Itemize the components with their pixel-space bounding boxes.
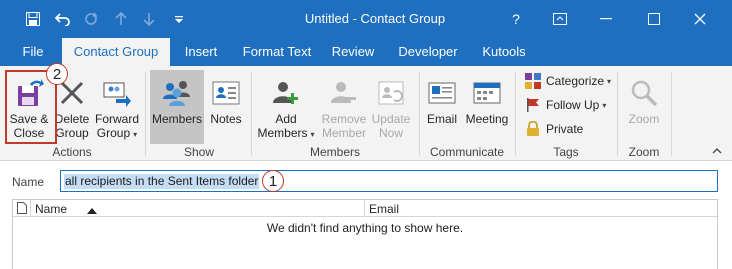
categorize-icon bbox=[524, 72, 542, 90]
forward-group-button[interactable]: Forward Group ▾ bbox=[93, 70, 141, 144]
remove-member-button: Remove Member bbox=[318, 70, 370, 144]
save-icon[interactable] bbox=[20, 0, 46, 38]
flag-icon bbox=[524, 96, 542, 114]
group-label-members: Members bbox=[309, 145, 360, 159]
up-arrow-icon bbox=[108, 0, 134, 38]
ribbon-display-options-icon[interactable] bbox=[540, 0, 580, 38]
group-label-actions: Actions bbox=[52, 145, 92, 159]
group-separator bbox=[251, 72, 252, 156]
email-button[interactable]: Email bbox=[422, 70, 462, 144]
name-label: Name bbox=[12, 175, 45, 189]
categorize-button[interactable]: Categorize ▾ bbox=[524, 70, 611, 92]
tab-insert[interactable]: Insert bbox=[178, 38, 224, 66]
annotation-step-1: 1 bbox=[262, 170, 284, 192]
meeting-icon bbox=[467, 74, 507, 112]
undo-icon[interactable] bbox=[50, 0, 76, 38]
collapse-ribbon-icon[interactable] bbox=[712, 146, 722, 157]
update-now-icon bbox=[371, 74, 411, 112]
group-separator bbox=[617, 72, 618, 156]
ribbon: Save & Close Delete Group Forward Group ▾… bbox=[0, 66, 732, 161]
title-bar: Untitled - Contact Group ? bbox=[0, 0, 732, 38]
selected-name-text: all recipients in the Sent Items folder bbox=[64, 174, 260, 189]
magnifier-icon bbox=[624, 74, 664, 112]
ribbon-tabs: File Contact Group Insert Format Text Re… bbox=[0, 38, 732, 66]
members-view-button[interactable]: Members bbox=[150, 70, 204, 144]
down-arrow-icon bbox=[136, 0, 162, 38]
forward-group-icon bbox=[97, 74, 137, 112]
lock-icon bbox=[524, 120, 542, 138]
add-members-button[interactable]: Add Members ▾ bbox=[256, 70, 316, 144]
tab-review[interactable]: Review bbox=[326, 38, 380, 66]
customize-qat-icon[interactable] bbox=[166, 0, 192, 38]
tab-developer[interactable]: Developer bbox=[390, 38, 466, 66]
group-name-input[interactable]: all recipients in the Sent Items folder bbox=[60, 170, 718, 192]
group-separator bbox=[419, 72, 420, 156]
tab-format-text[interactable]: Format Text bbox=[236, 38, 318, 66]
close-button[interactable] bbox=[680, 0, 720, 38]
tab-kutools[interactable]: Kutools bbox=[476, 38, 532, 66]
group-separator bbox=[515, 72, 516, 156]
contact-card-icon bbox=[17, 202, 27, 217]
tab-file[interactable]: File bbox=[14, 38, 52, 66]
meeting-button[interactable]: Meeting bbox=[462, 70, 512, 144]
members-list[interactable]: Name Email We didn't find anything to sh… bbox=[12, 199, 718, 269]
private-button[interactable]: Private bbox=[524, 118, 583, 140]
add-member-icon bbox=[266, 74, 306, 112]
group-label-zoom: Zoom bbox=[628, 145, 660, 159]
column-header-email[interactable]: Email bbox=[369, 202, 399, 216]
group-label-communicate: Communicate bbox=[429, 145, 505, 159]
group-label-show: Show bbox=[183, 145, 215, 159]
email-icon bbox=[422, 74, 462, 112]
redo-icon bbox=[78, 0, 104, 38]
column-separator bbox=[364, 200, 365, 217]
notes-icon bbox=[206, 74, 246, 112]
list-header: Name Email bbox=[13, 200, 717, 217]
minimize-button[interactable] bbox=[586, 0, 626, 38]
update-now-button: Update Now bbox=[370, 70, 412, 144]
annotation-step-2: 2 bbox=[46, 63, 68, 85]
notes-button[interactable]: Notes bbox=[206, 70, 246, 144]
sort-ascending-icon bbox=[87, 203, 97, 217]
column-separator bbox=[30, 200, 31, 217]
remove-member-icon bbox=[324, 74, 364, 112]
help-button[interactable]: ? bbox=[496, 0, 536, 38]
tab-contact-group[interactable]: Contact Group bbox=[62, 38, 170, 66]
follow-up-button[interactable]: Follow Up ▾ bbox=[524, 94, 606, 116]
group-separator bbox=[145, 72, 146, 156]
group-separator bbox=[671, 72, 672, 156]
zoom-button: Zoom bbox=[624, 70, 664, 144]
empty-list-message: We didn't find anything to show here. bbox=[266, 221, 464, 235]
window-title: Untitled - Contact Group bbox=[304, 11, 446, 26]
maximize-button[interactable] bbox=[634, 0, 674, 38]
members-icon bbox=[157, 74, 197, 112]
group-label-tags: Tags bbox=[553, 145, 579, 159]
column-header-name[interactable]: Name bbox=[35, 202, 67, 216]
